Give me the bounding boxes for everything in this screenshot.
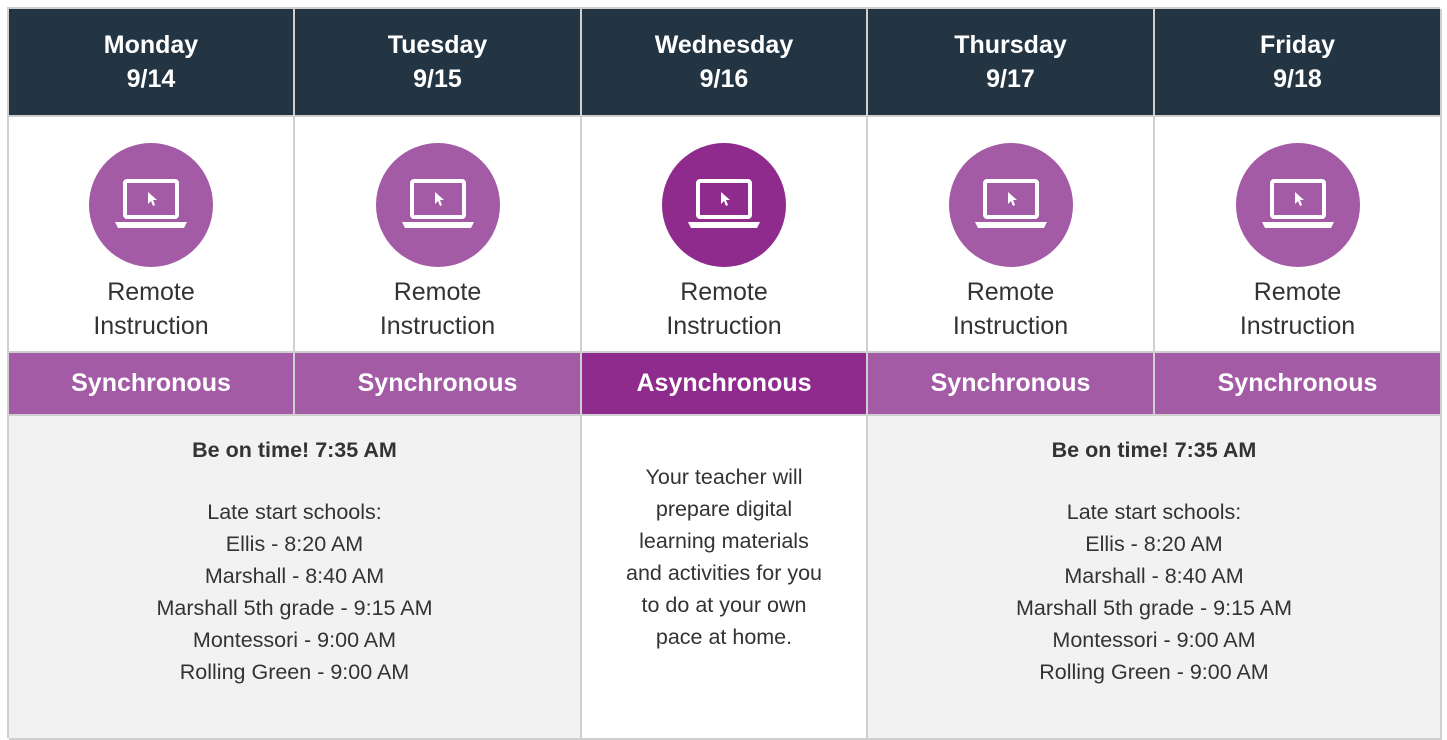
mode-cell-friday: Remote Instruction — [1155, 117, 1442, 353]
school-time: Rolling Green - 9:00 AM — [179, 660, 410, 684]
async-details-wednesday: Your teacher will prepare digital learni… — [582, 416, 868, 740]
mode-line: Instruction — [93, 312, 209, 340]
async-line: prepare digital — [655, 497, 793, 521]
late-start-heading: Late start schools: — [1066, 500, 1242, 524]
school-time: Marshall 5th grade - 9:15 AM — [156, 596, 433, 620]
day-header-thursday: Thursday 9/17 — [868, 9, 1155, 117]
type-badge-wednesday: Asynchronous — [582, 353, 868, 416]
mode-label: Remote Instruction — [1240, 275, 1355, 343]
school-time: Montessori - 9:00 AM — [1052, 628, 1256, 652]
school-time: Marshall - 8:40 AM — [204, 564, 385, 588]
day-name: Friday — [1259, 31, 1336, 59]
school-time: Ellis - 8:20 AM — [1085, 532, 1223, 556]
sync-details-mon-tue: Be on time! 7:35 AM Late start schools: … — [9, 416, 582, 740]
mode-label: Remote Instruction — [953, 275, 1068, 343]
type-badge-tuesday: Synchronous — [295, 353, 582, 416]
mode-cell-thursday: Remote Instruction — [868, 117, 1155, 353]
day-date: 9/15 — [413, 65, 462, 93]
async-line: to do at your own — [641, 593, 807, 617]
mode-line: Remote — [966, 278, 1055, 306]
on-time-notice: Be on time! 7:35 AM — [1051, 438, 1257, 462]
laptop-cursor-icon — [375, 143, 500, 267]
mode-line: Instruction — [379, 312, 496, 340]
laptop-cursor-icon — [662, 143, 786, 267]
day-date: 9/16 — [699, 65, 749, 93]
day-name: Monday — [103, 31, 199, 59]
mode-cell-wednesday: Remote Instruction — [582, 117, 868, 353]
mode-line: Instruction — [952, 312, 1069, 340]
mode-line: Instruction — [666, 312, 782, 340]
laptop-cursor-icon — [89, 143, 213, 267]
mode-label: Remote Instruction — [93, 275, 208, 343]
day-header-friday: Friday 9/18 — [1155, 9, 1442, 117]
mode-line: Remote — [393, 278, 482, 306]
day-date: 9/17 — [986, 65, 1035, 93]
mode-line: Instruction — [1239, 312, 1356, 340]
school-time: Marshall 5th grade - 9:15 AM — [1015, 596, 1293, 620]
weekly-schedule-table: Monday 9/14 Tuesday 9/15 Wednesday 9/16 … — [7, 7, 1442, 740]
type-badge-thursday: Synchronous — [868, 353, 1155, 416]
day-name: Tuesday — [387, 31, 488, 59]
laptop-cursor-icon — [1235, 143, 1360, 267]
day-date: 9/14 — [126, 65, 176, 93]
mode-label: Remote Instruction — [666, 275, 781, 343]
mode-line: Remote — [107, 278, 195, 306]
on-time-notice: Be on time! 7:35 AM — [192, 438, 397, 462]
mode-label: Remote Instruction — [380, 275, 495, 343]
school-time: Montessori - 9:00 AM — [192, 628, 397, 652]
mode-cell-tuesday: Remote Instruction — [295, 117, 582, 353]
day-header-monday: Monday 9/14 — [9, 9, 295, 117]
sync-details-thu-fri: Be on time! 7:35 AM Late start schools: … — [868, 416, 1442, 740]
day-header-tuesday: Tuesday 9/15 — [295, 9, 582, 117]
mode-line: Remote — [1253, 278, 1342, 306]
school-time: Marshall - 8:40 AM — [1064, 564, 1244, 588]
school-time: Ellis - 8:20 AM — [225, 532, 364, 556]
day-date: 9/18 — [1273, 65, 1322, 93]
mode-cell-monday: Remote Instruction — [9, 117, 295, 353]
day-name: Thursday — [954, 31, 1067, 59]
async-line: and activities for you — [626, 561, 822, 585]
mode-line: Remote — [680, 278, 768, 306]
async-line: learning materials — [639, 529, 809, 553]
async-line: pace at home. — [655, 625, 793, 649]
type-badge-monday: Synchronous — [9, 353, 295, 416]
async-description: Your teacher will prepare digital learni… — [604, 461, 844, 653]
day-name: Wednesday — [654, 31, 794, 59]
type-badge-friday: Synchronous — [1155, 353, 1442, 416]
day-header-wednesday: Wednesday 9/16 — [582, 9, 868, 117]
async-line: Your teacher will — [645, 465, 803, 489]
school-time: Rolling Green - 9:00 AM — [1039, 660, 1269, 684]
laptop-cursor-icon — [948, 143, 1073, 267]
late-start-heading: Late start schools: — [207, 500, 382, 524]
